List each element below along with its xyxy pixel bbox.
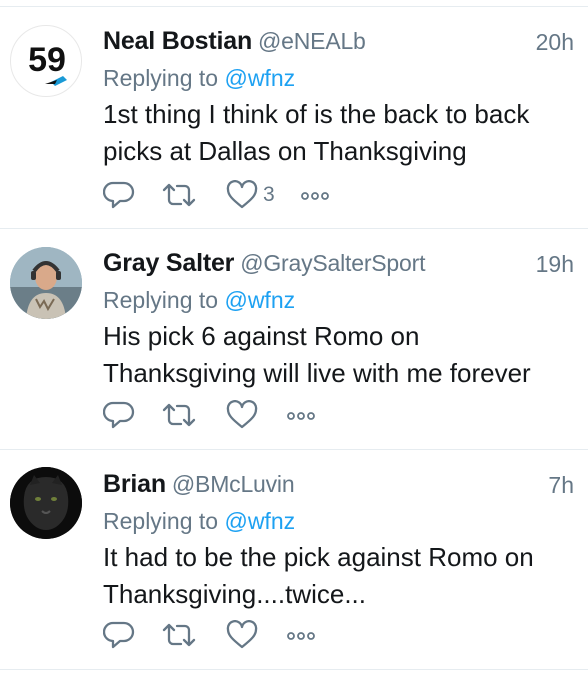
more-dots-icon — [287, 412, 315, 420]
tweet-actions — [103, 618, 403, 652]
avatar-jersey-number: 59 — [28, 41, 66, 79]
author-name[interactable]: Brian — [103, 470, 166, 498]
heart-icon — [226, 400, 258, 429]
retweet-icon — [162, 623, 196, 647]
replying-to: Replying to @wfnz — [103, 65, 295, 92]
retweet-button[interactable] — [161, 178, 197, 212]
tweet-text-line: It had to be the pick against Romo on — [103, 542, 534, 572]
replying-to-label: Replying to — [103, 287, 219, 313]
tweet-header: Brian @BMcLuvin 7h — [103, 470, 574, 504]
timestamp[interactable]: 7h — [548, 472, 574, 499]
reply-button[interactable] — [103, 178, 135, 212]
more-options-button[interactable] — [285, 618, 317, 652]
author-name[interactable]: Neal Bostian — [103, 27, 252, 55]
heart-icon — [226, 180, 258, 209]
heart-icon — [226, 620, 258, 649]
tweet-text-line: 1st thing I think of is the back to back — [103, 99, 530, 129]
tweet-item[interactable]: 59 Neal Bostian @eNEALb 20h Replying to @… — [0, 7, 588, 229]
timestamp[interactable]: 19h — [536, 251, 574, 278]
replying-to-label: Replying to — [103, 65, 219, 91]
more-options-button[interactable] — [285, 398, 317, 432]
replying-to: Replying to @wfnz — [103, 508, 295, 535]
more-options-button[interactable] — [299, 178, 331, 212]
tweet-actions: 3 — [103, 178, 403, 212]
author-name[interactable]: Gray Salter — [103, 249, 234, 277]
reply-feed: 59 Neal Bostian @eNEALb 20h Replying to @… — [0, 0, 588, 674]
author-handle[interactable]: @BMcLuvin — [172, 471, 295, 497]
tweet-text-line: picks at Dallas on Thanksgiving — [103, 136, 467, 166]
avatar[interactable] — [10, 247, 82, 319]
like-button[interactable]: 3 — [226, 178, 275, 212]
tweet-item[interactable]: Brian @BMcLuvin 7h Replying to @wfnz It h… — [0, 450, 588, 670]
tweet-text: 1st thing I think of is the back to back… — [103, 96, 573, 170]
retweet-button[interactable] — [161, 398, 197, 432]
avatar[interactable] — [10, 467, 82, 539]
mention-link[interactable]: @wfnz — [224, 287, 295, 313]
retweet-icon — [162, 403, 196, 427]
mention-link[interactable]: @wfnz — [224, 65, 295, 91]
replying-to-label: Replying to — [103, 508, 219, 534]
avatar[interactable]: 59 — [10, 25, 82, 97]
more-dots-icon — [301, 192, 329, 200]
retweet-button[interactable] — [161, 618, 197, 652]
timestamp[interactable]: 20h — [536, 29, 574, 56]
author-handle[interactable]: @eNEALb — [258, 28, 366, 54]
tweet-text-line: Thanksgiving....twice... — [103, 579, 366, 609]
reply-button[interactable] — [103, 618, 135, 652]
tweet-header: Gray Salter @GraySalterSport 19h — [103, 249, 574, 283]
reply-button[interactable] — [103, 398, 135, 432]
replying-to: Replying to @wfnz — [103, 287, 295, 314]
retweet-icon — [162, 183, 196, 207]
tweet-text-line: His pick 6 against Romo on — [103, 321, 420, 351]
author-handle[interactable]: @GraySalterSport — [240, 250, 425, 276]
mention-link[interactable]: @wfnz — [224, 508, 295, 534]
tweet-actions — [103, 398, 403, 432]
tweet-text: It had to be the pick against Romo on Th… — [103, 539, 573, 613]
reply-icon — [103, 621, 135, 649]
like-count: 3 — [263, 183, 275, 206]
tweet-item[interactable]: Gray Salter @GraySalterSport 19h Replying… — [0, 229, 588, 450]
reply-icon — [103, 401, 135, 429]
tweet-text: His pick 6 against Romo on Thanksgiving … — [103, 318, 573, 392]
like-button[interactable] — [226, 398, 263, 432]
reply-icon — [103, 181, 135, 209]
tweet-text-line: Thanksgiving will live with me forever — [103, 358, 531, 388]
more-dots-icon — [287, 632, 315, 640]
tweet-header: Neal Bostian @eNEALb 20h — [103, 27, 574, 61]
like-button[interactable] — [226, 618, 263, 652]
